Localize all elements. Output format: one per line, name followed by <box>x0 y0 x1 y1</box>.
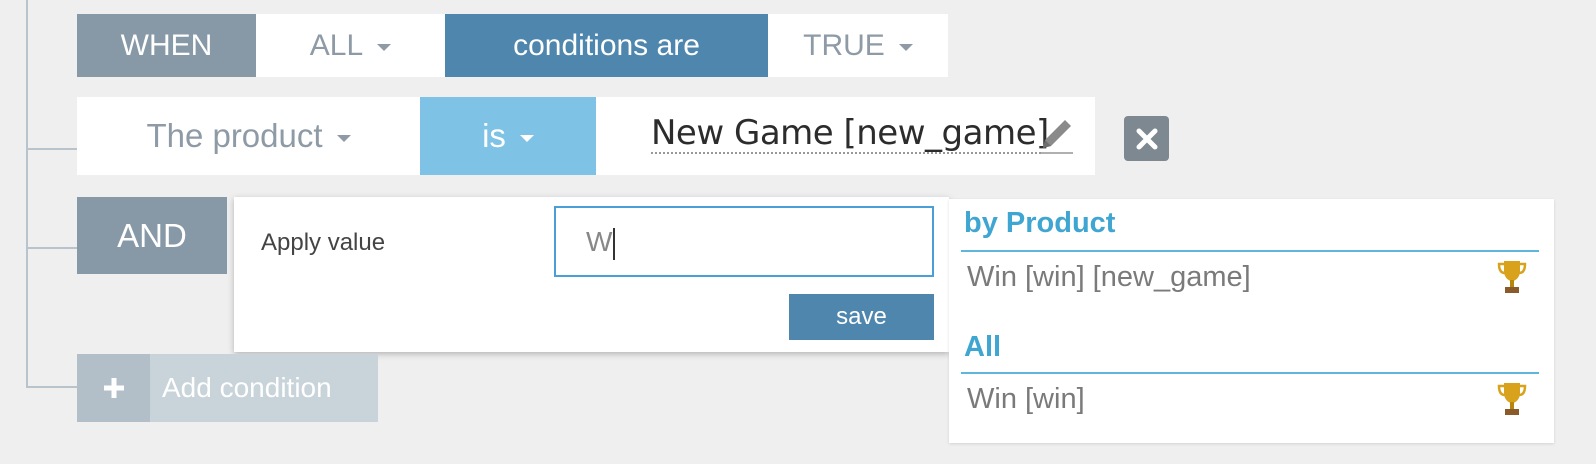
add-condition-plus-button[interactable] <box>77 354 150 422</box>
conditions-are-label: conditions are <box>445 14 768 77</box>
attribute-dropdown[interactable]: The product <box>77 97 420 175</box>
pencil-icon[interactable] <box>1037 114 1077 156</box>
and-label: AND <box>77 197 227 274</box>
when-label: WHEN <box>77 14 256 77</box>
tree-connector-vertical <box>26 0 28 387</box>
group-divider <box>961 250 1539 252</box>
apply-value-input-text: W <box>586 226 613 257</box>
value-text: TRUE <box>803 28 885 62</box>
autocomplete-item-label: Win [win] <box>967 383 1085 415</box>
group-divider <box>961 372 1539 374</box>
autocomplete-group-title: by Product <box>964 207 1116 239</box>
aggregator-value: ALL <box>309 28 364 62</box>
trophy-icon <box>1497 383 1527 415</box>
caret-down-icon <box>898 44 913 51</box>
condition-value-text[interactable]: New Game [new_game] <box>651 114 1049 154</box>
apply-value-popover: Apply value W save <box>234 197 949 352</box>
plus-icon <box>103 378 124 398</box>
tree-connector-row-3 <box>26 247 77 249</box>
autocomplete-group-title: All <box>964 331 1002 363</box>
add-condition-button[interactable]: Add condition <box>150 354 378 422</box>
operator-dropdown[interactable]: is <box>420 97 596 175</box>
autocomplete-dropdown: by Product Win [win] [new_game] All Win … <box>949 199 1554 443</box>
trophy-icon <box>1497 261 1527 293</box>
autocomplete-item-label: Win [win] [new_game] <box>967 261 1251 293</box>
apply-value-input[interactable]: W <box>554 206 934 277</box>
operator-text: is <box>482 117 506 154</box>
condition-value[interactable]: New Game [new_game] <box>596 97 1095 175</box>
remove-condition-button[interactable] <box>1124 116 1169 161</box>
apply-value-label: Apply value <box>261 229 386 256</box>
autocomplete-item[interactable]: Win [win] <box>949 377 1554 429</box>
caret-down-icon <box>519 134 534 142</box>
caret-down-icon <box>377 44 392 51</box>
caret-down-icon <box>336 134 351 142</box>
text-cursor <box>613 227 616 260</box>
tree-connector-row-2 <box>26 148 77 150</box>
value-dropdown[interactable]: TRUE <box>768 14 948 77</box>
attribute-text: The product <box>146 117 323 154</box>
save-button[interactable]: save <box>789 294 934 340</box>
autocomplete-item[interactable]: Win [win] [new_game] <box>949 255 1554 307</box>
tree-connector-row-4 <box>26 386 77 388</box>
close-icon <box>1136 128 1157 149</box>
add-condition-label: Add condition <box>162 372 332 403</box>
aggregator-dropdown[interactable]: ALL <box>256 14 445 77</box>
